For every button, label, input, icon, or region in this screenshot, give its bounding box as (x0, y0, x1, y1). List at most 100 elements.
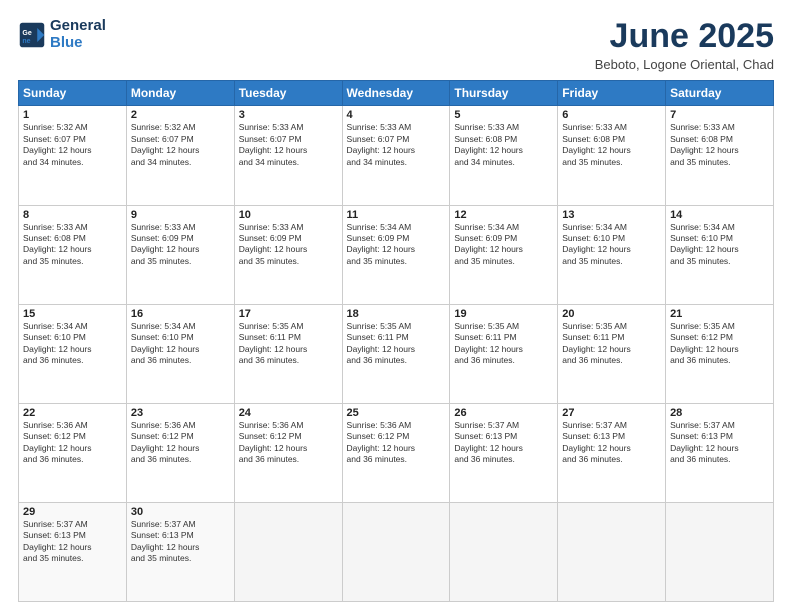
col-header-wednesday: Wednesday (342, 81, 450, 106)
day-number: 28 (670, 407, 769, 419)
day-info: Sunrise: 5:33 AM Sunset: 6:07 PM Dayligh… (347, 122, 446, 168)
day-info: Sunrise: 5:33 AM Sunset: 6:08 PM Dayligh… (454, 122, 553, 168)
calendar-cell: 2Sunrise: 5:32 AM Sunset: 6:07 PM Daylig… (126, 106, 234, 205)
calendar-cell: 21Sunrise: 5:35 AM Sunset: 6:12 PM Dayli… (666, 304, 774, 403)
calendar-cell: 17Sunrise: 5:35 AM Sunset: 6:11 PM Dayli… (234, 304, 342, 403)
calendar-cell: 15Sunrise: 5:34 AM Sunset: 6:10 PM Dayli… (19, 304, 127, 403)
calendar-week-row: 8Sunrise: 5:33 AM Sunset: 6:08 PM Daylig… (19, 205, 774, 304)
page: Ge ne General Blue June 2025 Beboto, Log… (0, 0, 792, 612)
location-subtitle: Beboto, Logone Oriental, Chad (595, 57, 774, 72)
day-info: Sunrise: 5:36 AM Sunset: 6:12 PM Dayligh… (23, 420, 122, 466)
calendar-cell: 1Sunrise: 5:32 AM Sunset: 6:07 PM Daylig… (19, 106, 127, 205)
day-number: 1 (23, 109, 122, 121)
month-title: June 2025 (595, 18, 774, 55)
day-number: 24 (239, 407, 338, 419)
day-info: Sunrise: 5:33 AM Sunset: 6:09 PM Dayligh… (239, 222, 338, 268)
day-info: Sunrise: 5:37 AM Sunset: 6:13 PM Dayligh… (131, 519, 230, 565)
calendar-cell: 16Sunrise: 5:34 AM Sunset: 6:10 PM Dayli… (126, 304, 234, 403)
calendar-cell: 9Sunrise: 5:33 AM Sunset: 6:09 PM Daylig… (126, 205, 234, 304)
day-number: 6 (562, 109, 661, 121)
calendar-cell: 25Sunrise: 5:36 AM Sunset: 6:12 PM Dayli… (342, 403, 450, 502)
col-header-monday: Monday (126, 81, 234, 106)
day-info: Sunrise: 5:36 AM Sunset: 6:12 PM Dayligh… (347, 420, 446, 466)
day-number: 9 (131, 209, 230, 221)
day-info: Sunrise: 5:37 AM Sunset: 6:13 PM Dayligh… (670, 420, 769, 466)
header: Ge ne General Blue June 2025 Beboto, Log… (18, 18, 774, 72)
day-number: 23 (131, 407, 230, 419)
day-info: Sunrise: 5:35 AM Sunset: 6:11 PM Dayligh… (454, 321, 553, 367)
day-info: Sunrise: 5:34 AM Sunset: 6:10 PM Dayligh… (131, 321, 230, 367)
day-info: Sunrise: 5:34 AM Sunset: 6:09 PM Dayligh… (454, 222, 553, 268)
day-number: 10 (239, 209, 338, 221)
calendar-cell (666, 502, 774, 601)
logo: Ge ne General Blue (18, 18, 106, 51)
calendar-cell: 10Sunrise: 5:33 AM Sunset: 6:09 PM Dayli… (234, 205, 342, 304)
day-number: 15 (23, 308, 122, 320)
day-number: 4 (347, 109, 446, 121)
day-info: Sunrise: 5:32 AM Sunset: 6:07 PM Dayligh… (23, 122, 122, 168)
calendar-cell: 13Sunrise: 5:34 AM Sunset: 6:10 PM Dayli… (558, 205, 666, 304)
day-info: Sunrise: 5:33 AM Sunset: 6:09 PM Dayligh… (131, 222, 230, 268)
day-number: 14 (670, 209, 769, 221)
calendar-cell: 6Sunrise: 5:33 AM Sunset: 6:08 PM Daylig… (558, 106, 666, 205)
calendar-week-row: 15Sunrise: 5:34 AM Sunset: 6:10 PM Dayli… (19, 304, 774, 403)
logo-text: General Blue (50, 18, 106, 51)
calendar-cell (342, 502, 450, 601)
calendar-header-row: SundayMondayTuesdayWednesdayThursdayFrid… (19, 81, 774, 106)
day-number: 25 (347, 407, 446, 419)
day-number: 16 (131, 308, 230, 320)
calendar-week-row: 1Sunrise: 5:32 AM Sunset: 6:07 PM Daylig… (19, 106, 774, 205)
calendar-cell (558, 502, 666, 601)
logo-line1: General (50, 18, 106, 35)
day-number: 11 (347, 209, 446, 221)
day-info: Sunrise: 5:34 AM Sunset: 6:10 PM Dayligh… (670, 222, 769, 268)
day-number: 2 (131, 109, 230, 121)
day-number: 17 (239, 308, 338, 320)
day-number: 7 (670, 109, 769, 121)
calendar-cell: 3Sunrise: 5:33 AM Sunset: 6:07 PM Daylig… (234, 106, 342, 205)
calendar-cell (234, 502, 342, 601)
day-info: Sunrise: 5:34 AM Sunset: 6:09 PM Dayligh… (347, 222, 446, 268)
day-number: 18 (347, 308, 446, 320)
svg-text:ne: ne (22, 37, 30, 44)
day-number: 29 (23, 506, 122, 518)
day-info: Sunrise: 5:37 AM Sunset: 6:13 PM Dayligh… (562, 420, 661, 466)
calendar-cell: 4Sunrise: 5:33 AM Sunset: 6:07 PM Daylig… (342, 106, 450, 205)
title-block: June 2025 Beboto, Logone Oriental, Chad (595, 18, 774, 72)
day-number: 30 (131, 506, 230, 518)
calendar-cell: 23Sunrise: 5:36 AM Sunset: 6:12 PM Dayli… (126, 403, 234, 502)
svg-text:Ge: Ge (22, 30, 31, 37)
logo-icon: Ge ne (18, 21, 46, 49)
calendar-cell: 18Sunrise: 5:35 AM Sunset: 6:11 PM Dayli… (342, 304, 450, 403)
calendar-cell: 8Sunrise: 5:33 AM Sunset: 6:08 PM Daylig… (19, 205, 127, 304)
col-header-saturday: Saturday (666, 81, 774, 106)
day-info: Sunrise: 5:33 AM Sunset: 6:07 PM Dayligh… (239, 122, 338, 168)
calendar-cell: 19Sunrise: 5:35 AM Sunset: 6:11 PM Dayli… (450, 304, 558, 403)
day-number: 20 (562, 308, 661, 320)
calendar-cell: 24Sunrise: 5:36 AM Sunset: 6:12 PM Dayli… (234, 403, 342, 502)
day-number: 12 (454, 209, 553, 221)
day-number: 26 (454, 407, 553, 419)
calendar-cell: 26Sunrise: 5:37 AM Sunset: 6:13 PM Dayli… (450, 403, 558, 502)
col-header-thursday: Thursday (450, 81, 558, 106)
calendar-cell: 12Sunrise: 5:34 AM Sunset: 6:09 PM Dayli… (450, 205, 558, 304)
day-info: Sunrise: 5:33 AM Sunset: 6:08 PM Dayligh… (562, 122, 661, 168)
day-info: Sunrise: 5:33 AM Sunset: 6:08 PM Dayligh… (23, 222, 122, 268)
day-number: 22 (23, 407, 122, 419)
day-number: 5 (454, 109, 553, 121)
calendar-cell: 11Sunrise: 5:34 AM Sunset: 6:09 PM Dayli… (342, 205, 450, 304)
day-info: Sunrise: 5:34 AM Sunset: 6:10 PM Dayligh… (23, 321, 122, 367)
day-info: Sunrise: 5:35 AM Sunset: 6:12 PM Dayligh… (670, 321, 769, 367)
calendar-table: SundayMondayTuesdayWednesdayThursdayFrid… (18, 80, 774, 602)
day-info: Sunrise: 5:34 AM Sunset: 6:10 PM Dayligh… (562, 222, 661, 268)
calendar-week-row: 22Sunrise: 5:36 AM Sunset: 6:12 PM Dayli… (19, 403, 774, 502)
calendar-cell: 14Sunrise: 5:34 AM Sunset: 6:10 PM Dayli… (666, 205, 774, 304)
logo-line2: Blue (50, 35, 106, 52)
day-number: 3 (239, 109, 338, 121)
day-number: 21 (670, 308, 769, 320)
day-number: 8 (23, 209, 122, 221)
col-header-tuesday: Tuesday (234, 81, 342, 106)
day-info: Sunrise: 5:32 AM Sunset: 6:07 PM Dayligh… (131, 122, 230, 168)
calendar-cell (450, 502, 558, 601)
day-info: Sunrise: 5:37 AM Sunset: 6:13 PM Dayligh… (454, 420, 553, 466)
